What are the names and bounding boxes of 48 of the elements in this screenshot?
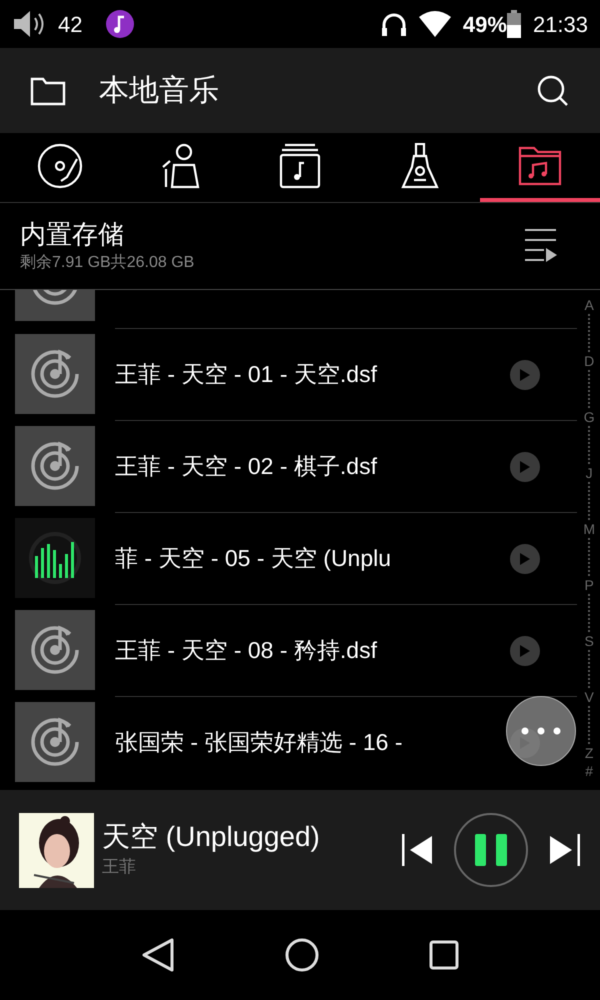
- play-icon: [520, 368, 530, 380]
- pause-icon: [475, 834, 507, 866]
- index-letter[interactable]: #: [585, 762, 594, 780]
- index-letter[interactable]: S: [584, 632, 594, 650]
- play-icon: [520, 644, 530, 656]
- previous-icon[interactable]: [402, 834, 434, 866]
- now-playing-artist: 王菲: [102, 856, 137, 878]
- index-letter[interactable]: Z: [584, 744, 594, 762]
- storage-title: 内置存储: [20, 218, 125, 251]
- wifi-icon: [418, 11, 451, 37]
- headphones-icon: [380, 11, 407, 37]
- track-title[interactable]: 王菲 - 天空 - 01 - 天空.dsf: [115, 357, 510, 392]
- guitar-icon: [400, 142, 440, 188]
- speaker-icon: [12, 9, 46, 39]
- index-letter[interactable]: G: [584, 408, 595, 426]
- now-playing-title: 天空 (Unplugged): [102, 820, 321, 854]
- clock: 21:33: [532, 10, 588, 38]
- track-title[interactable]: 王菲 - 天空 - 08 - 矜持.dsf: [115, 633, 510, 668]
- index-letter[interactable]: J: [586, 464, 593, 482]
- index-letter[interactable]: A: [584, 296, 594, 314]
- music-folder-icon: [518, 146, 562, 186]
- music-note-icon: [106, 10, 134, 38]
- index-letter[interactable]: P: [584, 576, 594, 594]
- app-title: 本地音乐: [99, 73, 220, 109]
- volume-level: 42: [58, 10, 82, 38]
- track-title[interactable]: 张国荣 - 张国荣好精选 - 16 -: [115, 725, 510, 760]
- storage-info: 剩余7.91 GB共26.08 GB: [20, 252, 196, 273]
- recents-icon[interactable]: [429, 940, 459, 970]
- play-icon: [520, 552, 530, 564]
- search-icon[interactable]: [536, 74, 570, 108]
- back-icon[interactable]: [141, 937, 175, 973]
- more-icon: [521, 727, 561, 735]
- next-icon[interactable]: [548, 834, 580, 866]
- album-icon: [279, 142, 321, 188]
- index-letter[interactable]: D: [584, 352, 594, 370]
- play-icon: [520, 460, 530, 472]
- singer-icon: [160, 142, 200, 188]
- disc-icon: [37, 142, 83, 188]
- battery-percent: 49%: [462, 10, 507, 38]
- home-icon[interactable]: [285, 938, 319, 972]
- track-title[interactable]: 菲 - 天空 - 05 - 天空 (Unplu: [115, 541, 510, 576]
- index-letter[interactable]: V: [584, 688, 594, 706]
- play-queue-icon[interactable]: [524, 228, 558, 264]
- track-title[interactable]: 王菲 - 天空 - 02 - 棋子.dsf: [115, 449, 510, 484]
- folder-icon[interactable]: [30, 76, 66, 106]
- battery-icon: [506, 10, 521, 38]
- pause-button[interactable]: [454, 813, 528, 887]
- index-letter[interactable]: M: [583, 520, 595, 538]
